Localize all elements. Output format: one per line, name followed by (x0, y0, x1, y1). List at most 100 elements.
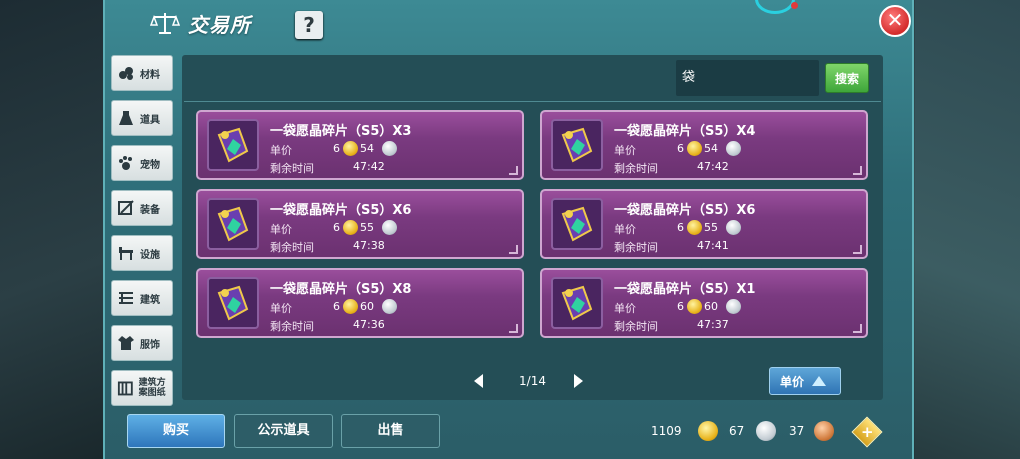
divider (184, 101, 881, 102)
copper-balance: 37 (789, 424, 805, 438)
buy-button[interactable]: 购买 (127, 414, 225, 448)
silver-coin-icon (756, 421, 776, 441)
price-label: 单价 (614, 223, 636, 236)
gold-price: 6 (333, 221, 340, 234)
shard-bag-icon (551, 198, 603, 250)
gold-coin-icon (343, 141, 358, 156)
corner-icon (509, 166, 518, 175)
sidebar-item-items[interactable]: 道具 (111, 100, 173, 136)
sort-by-price-button[interactable]: 单价 (769, 367, 841, 395)
sidebar-item-blueprint[interactable]: 建筑方案图纸 (111, 370, 173, 406)
listing-card[interactable]: 一袋愿晶碎片（S5）X8 单价 6 60 剩余时间 47:36 (196, 268, 524, 338)
shard-bag-icon (551, 277, 603, 329)
item-name: 一袋愿晶碎片（S5）X6 (270, 203, 412, 218)
background-left (0, 0, 105, 459)
corner-icon (509, 324, 518, 333)
time-remaining: 47:38 (353, 239, 385, 252)
gold-price: 6 (333, 142, 340, 155)
copper-coin-icon (814, 421, 834, 441)
plus-icon: + (861, 423, 874, 441)
item-icon (119, 111, 133, 125)
gold-coin-icon (698, 421, 718, 441)
sidebar-item-label: 道具 (140, 114, 160, 126)
item-name: 一袋愿晶碎片（S5）X6 (614, 203, 756, 218)
time-remaining: 47:41 (697, 239, 729, 252)
shard-bag-icon (207, 119, 259, 171)
sidebar-item-clothing[interactable]: 服饰 (111, 325, 173, 361)
gold-coin-icon (687, 299, 702, 314)
category-sidebar: 材料 道具 宠物 装备 设施 建筑 服饰 建筑方案图纸 (111, 55, 173, 415)
help-button[interactable]: ? (295, 11, 323, 39)
sidebar-item-label: 宠物 (140, 159, 160, 171)
sidebar-item-facility[interactable]: 设施 (111, 235, 173, 271)
listing-card[interactable]: 一袋愿晶碎片（S5）X6 单价 6 55 剩余时间 47:38 (196, 189, 524, 259)
time-remaining: 47:42 (353, 160, 385, 173)
silver-coin-icon (726, 299, 741, 314)
silver-coin-icon (726, 141, 741, 156)
price-label: 单价 (270, 223, 292, 236)
time-label: 剩余时间 (614, 241, 658, 254)
building-icon (119, 292, 133, 304)
sidebar-item-building[interactable]: 建筑 (111, 280, 173, 316)
clothing-icon (118, 336, 134, 350)
prev-page-icon[interactable] (474, 374, 483, 388)
corner-icon (853, 245, 862, 254)
gold-price: 6 (333, 300, 340, 313)
silver-price: 60 (704, 300, 718, 313)
silver-coin-icon (382, 299, 397, 314)
price-label: 单价 (614, 302, 636, 315)
search-input[interactable]: 袋 (676, 60, 819, 96)
item-name: 一袋愿晶碎片（S5）X1 (614, 282, 756, 297)
listing-card[interactable]: 一袋愿晶碎片（S5）X6 单价 6 55 剩余时间 47:41 (540, 189, 868, 259)
sidebar-item-label: 建筑 (140, 294, 160, 306)
gold-coin-icon (343, 299, 358, 314)
sidebar-item-label: 建筑方案图纸 (138, 378, 166, 398)
silver-coin-icon (726, 220, 741, 235)
facility-icon (119, 247, 133, 260)
item-name: 一袋愿晶碎片（S5）X4 (614, 124, 756, 139)
publish-item-button[interactable]: 公示道具 (234, 414, 333, 448)
search-button[interactable]: 搜索 (825, 63, 869, 93)
gold-coin-icon (687, 220, 702, 235)
time-remaining: 47:42 (697, 160, 729, 173)
sidebar-item-label: 装备 (140, 204, 160, 216)
blueprint-icon (117, 381, 133, 396)
price-label: 单价 (614, 144, 636, 157)
close-button[interactable]: ✕ (879, 5, 911, 37)
time-label: 剩余时间 (270, 162, 314, 175)
sell-button[interactable]: 出售 (341, 414, 440, 448)
price-label: 单价 (270, 144, 292, 157)
sidebar-item-materials[interactable]: 材料 (111, 55, 173, 91)
gold-price: 6 (677, 221, 684, 234)
corner-icon (853, 166, 862, 175)
equipment-icon (118, 200, 134, 215)
sort-arrow-icon (812, 376, 827, 386)
silver-balance: 67 (729, 424, 745, 438)
item-name: 一袋愿晶碎片（S5）X3 (270, 124, 412, 139)
silver-price: 55 (360, 221, 374, 234)
search-bar: 袋 搜索 (182, 55, 883, 101)
listing-card[interactable]: 一袋愿晶碎片（S5）X4 单价 6 54 剩余时间 47:42 (540, 110, 868, 180)
page-title: 交易所 (188, 12, 251, 37)
time-label: 剩余时间 (270, 241, 314, 254)
background-right (915, 0, 1020, 459)
gold-coin-icon (343, 220, 358, 235)
sidebar-item-pets[interactable]: 宠物 (111, 145, 173, 181)
sidebar-item-equipment[interactable]: 装备 (111, 190, 173, 226)
sort-label: 单价 (780, 374, 805, 389)
listing-card[interactable]: 一袋愿晶碎片（S5）X1 单价 6 60 剩余时间 47:37 (540, 268, 868, 338)
gold-coin-icon (687, 141, 702, 156)
gold-price: 6 (677, 142, 684, 155)
corner-icon (509, 245, 518, 254)
time-remaining: 47:36 (353, 318, 385, 331)
price-label: 单价 (270, 302, 292, 315)
time-label: 剩余时间 (614, 162, 658, 175)
silver-coin-icon (382, 141, 397, 156)
shard-bag-icon (207, 198, 259, 250)
next-page-icon[interactable] (574, 374, 583, 388)
corner-icon (853, 324, 862, 333)
pet-icon (119, 156, 132, 170)
listing-card[interactable]: 一袋愿晶碎片（S5）X3 单价 6 54 剩余时间 47:42 (196, 110, 524, 180)
silver-price: 54 (360, 142, 374, 155)
scale-icon (150, 13, 180, 34)
